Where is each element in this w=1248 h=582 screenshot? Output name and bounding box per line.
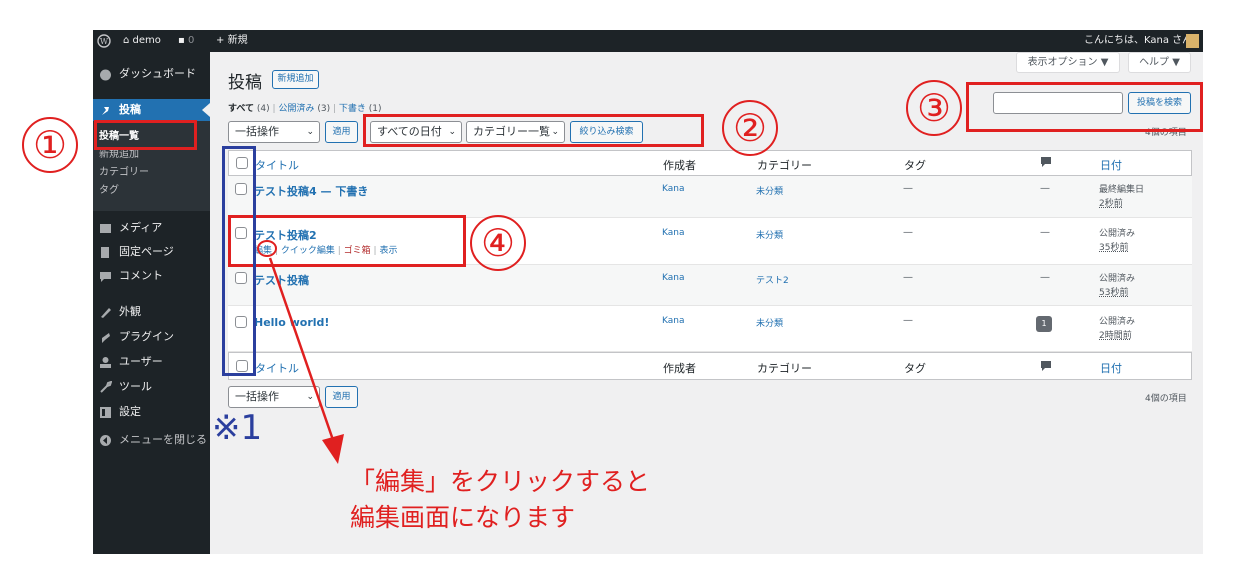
annotation-caption-line1: 「編集」をクリックすると — [350, 467, 651, 496]
annotation-caption-line2: 編集画面になります — [350, 503, 576, 532]
